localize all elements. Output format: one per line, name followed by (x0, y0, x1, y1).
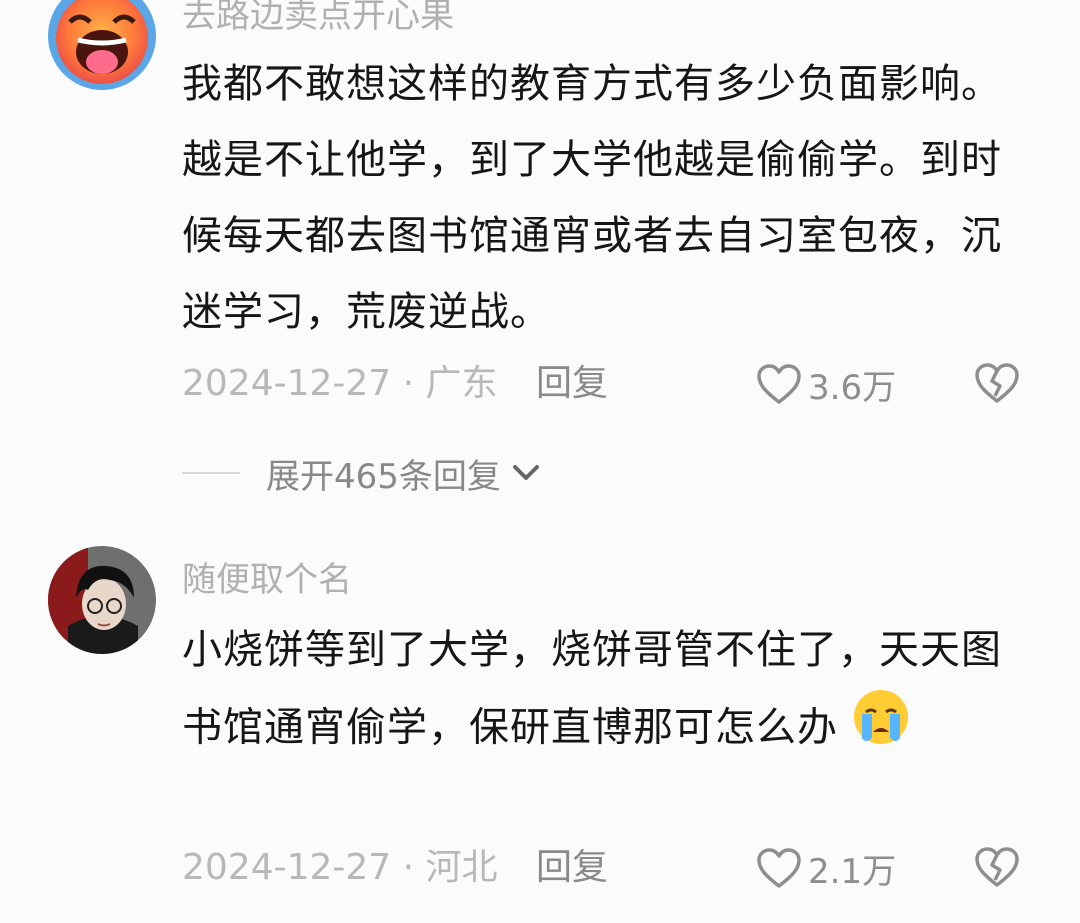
broken-heart-icon (975, 847, 1019, 887)
like-button[interactable]: 2.1万 (756, 844, 896, 892)
comment-meta: 2024-12-27 · 河北 回复 2.1万 (182, 838, 1042, 898)
like-button[interactable]: 3.6万 (756, 360, 896, 408)
comment-username[interactable]: 去路边卖点开心果 (182, 0, 454, 37)
comment-meta: 2024-12-27 · 广东 回复 3.6万 (182, 354, 1042, 414)
crying-face-emoji (852, 688, 910, 771)
divider-line (182, 472, 240, 474)
expand-replies-label: 展开465条回复 (266, 456, 501, 497)
reply-button[interactable]: 回复 (536, 354, 608, 414)
like-count: 2.1万 (808, 851, 897, 892)
dislike-button[interactable] (974, 362, 1020, 408)
avatar[interactable] (48, 0, 156, 90)
expand-replies-button[interactable]: 展开465条回复 (182, 448, 541, 498)
comment-text: 小烧饼等到了大学，烧饼哥管不住了，天天图书馆通宵偷学，保研直博那可怎么办 (182, 612, 1002, 771)
broken-heart-icon (975, 363, 1019, 403)
heart-outline-icon (757, 364, 801, 404)
comment-date-location: 2024-12-27 · 广东 (182, 363, 498, 404)
comment-username[interactable]: 随便取个名 (182, 552, 352, 601)
comment-text: 我都不敢想这样的教育方式有多少负面影响。越是不让他学，到了大学他越是偷偷学。到时… (182, 61, 1002, 335)
avatar[interactable] (48, 546, 156, 654)
comment-date-location: 2024-12-27 · 河北 (182, 847, 498, 888)
reply-button[interactable]: 回复 (536, 838, 608, 898)
like-count: 3.6万 (808, 367, 897, 408)
heart-outline-icon (757, 848, 801, 888)
dislike-button[interactable] (974, 846, 1020, 892)
chevron-down-icon (512, 465, 539, 480)
